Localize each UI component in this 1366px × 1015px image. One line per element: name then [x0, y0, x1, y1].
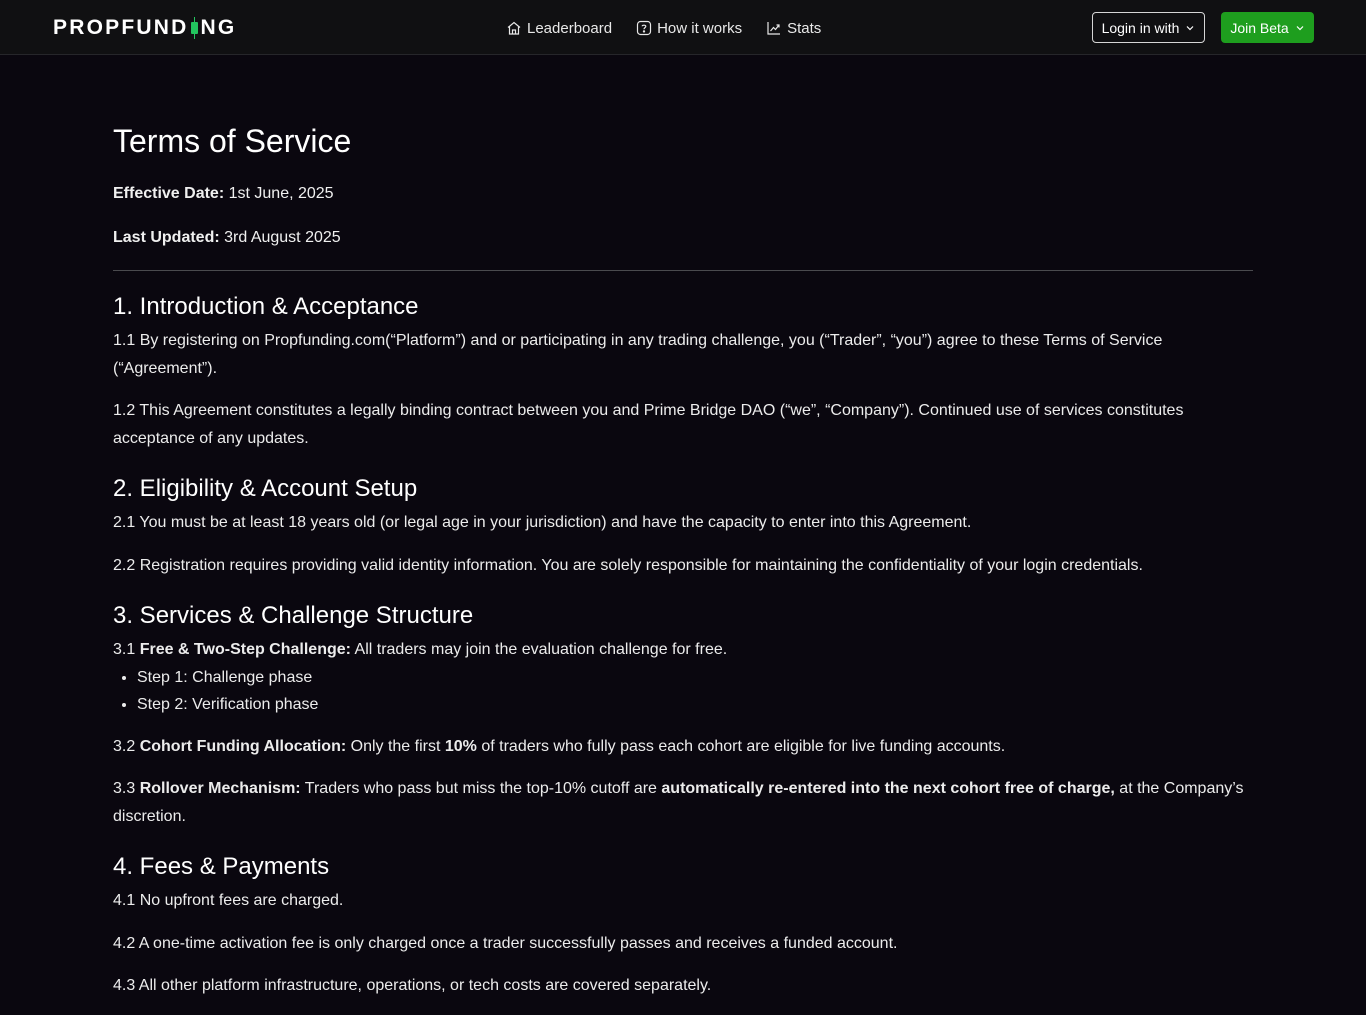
nav-leaderboard[interactable]: Leaderboard [506, 17, 612, 39]
clause-2-1: 2.1 You must be at least 18 years old (o… [113, 514, 972, 531]
main-nav: Leaderboard How it works Stats [506, 17, 821, 39]
nav-stats[interactable]: Stats [766, 17, 821, 39]
list-item: Step 2: Verification phase [137, 691, 1253, 718]
divider [113, 270, 1253, 271]
section-heading-fees: 4. Fees & Payments [113, 853, 330, 880]
clause-3-3-title: Rollover Mechanism: [139, 780, 301, 797]
last-updated-label: Last Updated: [113, 229, 220, 246]
clause-4-1: 4.1 No upfront fees are charged. [113, 892, 344, 909]
clause-2-2: 2.2 Registration requires providing vali… [113, 556, 1143, 574]
clause-1-1: 1.1 By registering on Propfunding.com(“P… [113, 332, 1163, 377]
last-updated-value: 3rd August 2025 [224, 229, 341, 246]
effective-date-value: 1st June, 2025 [228, 185, 334, 202]
logo-text-right: NG [200, 16, 237, 39]
home-icon [506, 20, 522, 36]
candlestick-icon [190, 17, 198, 39]
logo-text-left: PROPFUND [53, 16, 189, 39]
section-heading-services: 3. Services & Challenge Structure [113, 602, 474, 629]
terms-content: Terms of Service Effective Date: 1st Jun… [113, 120, 1253, 1015]
list-item: Step 1: Challenge phase [137, 664, 1253, 691]
challenge-steps-list: Step 1: Challenge phase Step 2: Verifica… [113, 664, 1253, 718]
clause-3-2: 3.2 Cohort Funding Allocation: Only the … [113, 737, 1006, 755]
top-navbar: PROPFUND NG Leaderboard How it works Stat… [0, 0, 1366, 55]
clause-3-2-title: Cohort Funding Allocation: [139, 737, 347, 755]
page-title: Terms of Service [113, 123, 352, 159]
effective-date: Effective Date: 1st June, 2025 [113, 182, 1253, 206]
login-button[interactable]: Login in with [1092, 12, 1205, 43]
last-updated: Last Updated: 3rd August 2025 [113, 226, 1253, 250]
nav-how-it-works[interactable]: How it works [636, 17, 742, 39]
join-beta-label: Join Beta [1230, 19, 1289, 36]
clause-4-2: 4.2 A one-time activation fee is only ch… [113, 934, 898, 952]
clause-3-1-title: Free & Two-Step Challenge: [139, 641, 351, 658]
chevron-down-icon [1295, 23, 1305, 33]
login-button-label: Login in with [1101, 19, 1180, 36]
clause-3-1: 3.1 Free & Two-Step Challenge: All trade… [113, 641, 728, 658]
clause-1-2: 1.2 This Agreement constitutes a legally… [113, 402, 1184, 447]
nav-leaderboard-label: Leaderboard [527, 19, 613, 37]
chart-icon [766, 20, 782, 36]
chevron-down-icon [1185, 23, 1195, 33]
clause-3-3: 3.3 Rollover Mechanism: Traders who pass… [113, 780, 1244, 825]
nav-stats-label: Stats [787, 19, 822, 37]
propfunding-logo[interactable]: PROPFUND NG [53, 15, 236, 41]
section-heading-eligibility: 2. Eligibility & Account Setup [113, 475, 418, 502]
effective-date-label: Effective Date: [113, 185, 225, 202]
join-beta-button[interactable]: Join Beta [1221, 12, 1314, 43]
nav-how-it-works-label: How it works [657, 19, 743, 37]
question-icon [636, 20, 652, 36]
clause-4-3: 4.3 All other platform infrastructure, o… [113, 977, 712, 994]
section-heading-introduction: 1. Introduction & Acceptance [113, 293, 419, 320]
